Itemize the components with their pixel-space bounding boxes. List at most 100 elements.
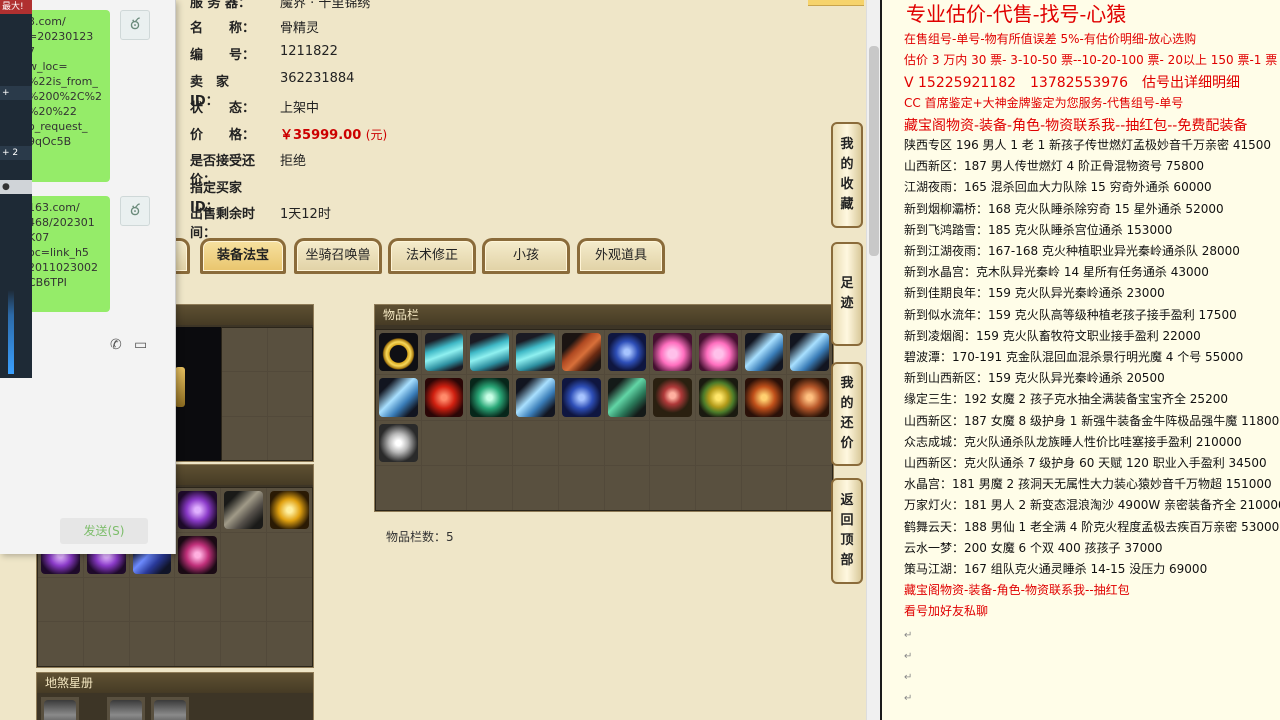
video-call-icon[interactable]: ▭ xyxy=(134,337,147,353)
bag-slot[interactable] xyxy=(175,488,221,532)
equip-slot[interactable] xyxy=(222,328,267,372)
inventory-slot[interactable] xyxy=(376,330,421,375)
tab-equipment[interactable]: 装备法宝 xyxy=(200,238,286,274)
inventory-slot[interactable] xyxy=(695,375,741,420)
star-album-header: 地煞星册 xyxy=(37,673,313,693)
inventory-slot[interactable] xyxy=(650,465,695,510)
my-bargain-button[interactable]: 我的还价 xyxy=(831,362,863,466)
inventory-slot[interactable] xyxy=(741,330,787,375)
inventory-slot[interactable] xyxy=(513,465,558,510)
inventory-slot[interactable] xyxy=(558,420,604,465)
bag-slot[interactable] xyxy=(83,577,129,622)
equip-slot[interactable] xyxy=(222,372,267,416)
inventory-grid xyxy=(375,329,833,511)
my-favorites-button[interactable]: 我的收藏 xyxy=(831,122,863,228)
inventory-slot[interactable] xyxy=(467,330,513,375)
chat-link-line: o_request_ xyxy=(28,120,88,133)
inventory-slot[interactable] xyxy=(513,420,558,465)
bag-slot[interactable] xyxy=(221,532,267,577)
bag-slot[interactable] xyxy=(221,622,267,666)
inventory-slot[interactable] xyxy=(787,420,832,465)
inventory-slot[interactable] xyxy=(604,330,650,375)
inventory-slot[interactable] xyxy=(513,330,558,375)
audio-plus-button[interactable]: + xyxy=(0,86,32,100)
audio-channel-2[interactable]: + 2 xyxy=(0,146,32,160)
chat-bubble-link-2[interactable]: 163.com/468/202301 K07 oc=link_h5 201102300… xyxy=(22,196,110,312)
inventory-slot[interactable] xyxy=(741,375,787,420)
inventory-slot[interactable] xyxy=(787,465,832,510)
inventory-slot[interactable] xyxy=(558,465,604,510)
inventory-slot[interactable] xyxy=(376,465,421,510)
swirl-item-icon xyxy=(698,378,738,417)
bag-slot[interactable] xyxy=(267,622,312,666)
bag-slot[interactable] xyxy=(221,577,267,622)
bag-slot[interactable] xyxy=(267,577,312,622)
inventory-slot[interactable] xyxy=(695,420,741,465)
tab-spell-fix[interactable]: 法术修正 xyxy=(388,238,476,274)
inventory-slot[interactable] xyxy=(467,465,513,510)
notes-line: 山西新区：克火队通杀 7 级护身 60 天赋 120 职业入手盈利 34500 xyxy=(904,456,1267,470)
green-item-icon xyxy=(470,378,510,417)
tab-mounts-pets[interactable]: 坐骑召唤兽 xyxy=(294,238,382,274)
inventory-slot[interactable] xyxy=(467,375,513,420)
equip-slot[interactable] xyxy=(267,372,312,416)
bag-slot[interactable] xyxy=(267,488,312,532)
inventory-slot[interactable] xyxy=(741,465,787,510)
send-button[interactable]: 发送(S) xyxy=(60,518,148,544)
back-to-top-button[interactable]: 返回顶部 xyxy=(831,478,863,584)
inventory-slot[interactable] xyxy=(604,465,650,510)
inventory-slot[interactable] xyxy=(421,420,467,465)
inventory-slot[interactable] xyxy=(604,375,650,420)
inventory-slot[interactable] xyxy=(376,420,421,465)
inventory-slot[interactable] xyxy=(787,330,832,375)
cloth-item-icon xyxy=(470,333,510,372)
chat-link-line: 3.com/ xyxy=(28,15,66,28)
inventory-slot[interactable] xyxy=(421,375,467,420)
inventory-slot[interactable] xyxy=(604,420,650,465)
avatar[interactable]: ఠ xyxy=(120,196,150,226)
star-card[interactable] xyxy=(151,697,189,720)
inventory-slot[interactable] xyxy=(421,330,467,375)
equip-slot[interactable] xyxy=(267,328,312,372)
footprint-button[interactable]: 足迹 xyxy=(831,242,863,346)
inventory-slot[interactable] xyxy=(741,420,787,465)
bag-slot[interactable] xyxy=(221,488,267,532)
bag-slot[interactable] xyxy=(175,622,221,666)
notes-line: 新到烟柳灞桥：168 克火队睡杀除穷奇 15 星外通杀 52000 xyxy=(904,201,1224,216)
phone-icon[interactable]: ✆ xyxy=(110,337,122,353)
page-scrollbar[interactable] xyxy=(866,0,880,720)
audio-toggle[interactable]: ● xyxy=(0,180,32,194)
inventory-slot[interactable] xyxy=(650,330,695,375)
inventory-slot[interactable] xyxy=(376,375,421,420)
tab-child[interactable]: 小孩 xyxy=(482,238,570,274)
bag-slot[interactable] xyxy=(83,622,129,666)
equip-slot[interactable] xyxy=(267,416,312,460)
tab-appearance[interactable]: 外观道具 xyxy=(577,238,665,274)
bag-slot[interactable] xyxy=(175,577,221,622)
avatar[interactable]: ఠ xyxy=(120,10,150,40)
inventory-slot[interactable] xyxy=(650,375,695,420)
notes-line: 万家灯火：181 男人 2 新变态混浪淘沙 4900W 亲密装备齐全 21000… xyxy=(904,498,1280,513)
bag-slot[interactable] xyxy=(38,577,83,622)
bag-slot[interactable] xyxy=(267,532,312,577)
star-card-portrait-icon xyxy=(44,700,76,720)
equip-slot[interactable] xyxy=(222,416,267,460)
star-card[interactable] xyxy=(107,697,145,720)
inventory-slot[interactable] xyxy=(558,330,604,375)
inventory-slot[interactable] xyxy=(787,375,832,420)
inventory-slot[interactable] xyxy=(513,375,558,420)
inventory-slot[interactable] xyxy=(695,465,741,510)
bag-slot[interactable] xyxy=(38,622,83,666)
chat-bubble-link-1[interactable]: 3.com/ =202301237w_loc= %22is_from_ %200%2C… xyxy=(22,10,110,182)
page-scrollbar-thumb[interactable] xyxy=(869,46,879,256)
bag-slot[interactable] xyxy=(175,532,221,577)
inventory-slot[interactable] xyxy=(695,330,741,375)
inventory-slot[interactable] xyxy=(558,375,604,420)
bag-slot[interactable] xyxy=(129,577,175,622)
star-card[interactable] xyxy=(41,697,79,720)
inventory-slot[interactable] xyxy=(467,420,513,465)
bag-slot[interactable] xyxy=(129,622,175,666)
audio-max-label: 最大! xyxy=(0,0,32,14)
inventory-slot[interactable] xyxy=(650,420,695,465)
inventory-slot[interactable] xyxy=(421,465,467,510)
